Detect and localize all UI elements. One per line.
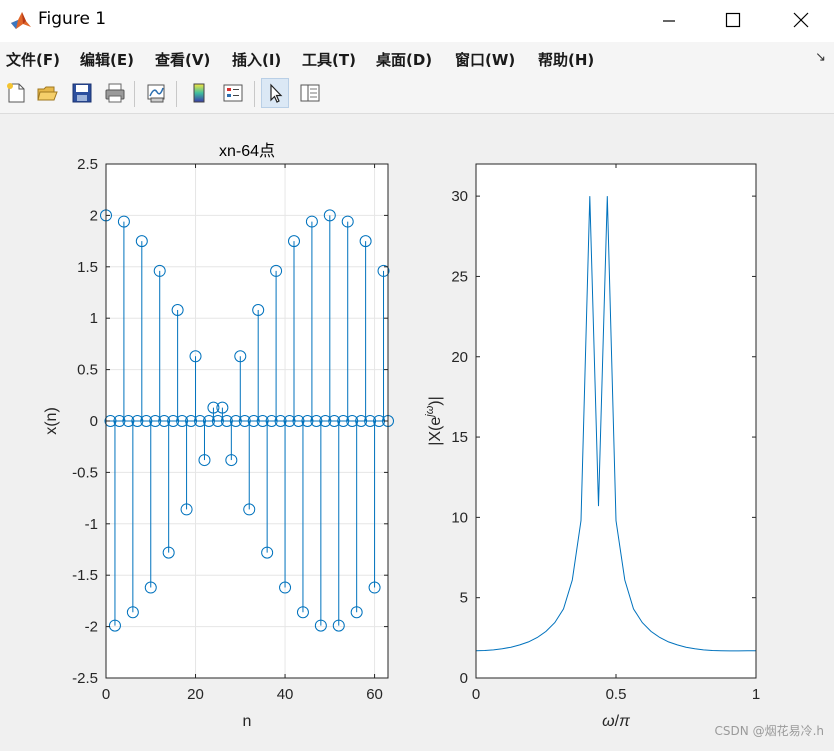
- menu-help[interactable]: 帮助(H): [538, 49, 594, 70]
- close-button[interactable]: [768, 0, 834, 40]
- legend-icon: [223, 84, 243, 102]
- y-axis-label: |X(ejω)|: [424, 396, 444, 446]
- x-axis-label: ω/π: [602, 713, 630, 730]
- colorbar-icon: [193, 83, 205, 103]
- omega-symbol: ω: [602, 713, 614, 730]
- menu-file[interactable]: 文件(F): [6, 49, 60, 70]
- y-tick-label: 20: [451, 349, 468, 366]
- new-file-button[interactable]: [2, 78, 30, 108]
- toolbar-separator: [134, 81, 135, 107]
- legend-button[interactable]: [219, 78, 247, 108]
- x-tick-label: 0: [102, 686, 110, 703]
- y-tick-label: 0: [460, 670, 468, 687]
- colorbar-button[interactable]: [185, 78, 213, 108]
- open-button[interactable]: [33, 78, 61, 108]
- y-tick-label: -0.5: [72, 464, 98, 481]
- save-icon: [72, 83, 92, 103]
- x-tick-label: 1: [752, 686, 760, 703]
- maximize-icon: [725, 12, 741, 28]
- watermark: CSDN @烟花易冷.h: [714, 724, 824, 738]
- y-tick-label: 1.5: [77, 259, 98, 276]
- magnitude-plot-axes[interactable]: 0 5 10 15 20 25 30 0 0.5 1 ω/π |X(ejω)|: [424, 163, 760, 730]
- window-title: Figure 1: [38, 9, 107, 29]
- x-tick-label: 60: [366, 686, 383, 703]
- x-tick-label: 0.5: [606, 686, 627, 703]
- maximize-button[interactable]: [700, 0, 766, 40]
- y-tick-label: -1: [85, 516, 98, 533]
- minimize-button[interactable]: [636, 0, 702, 40]
- x-tick-label: 0: [472, 686, 480, 703]
- x-tick-label: 20: [187, 686, 204, 703]
- pointer-icon: [270, 83, 283, 103]
- print-icon: [105, 83, 125, 103]
- pi-symbol: π: [619, 713, 630, 730]
- new-file-icon: [7, 83, 25, 103]
- y-axis-label: x(n): [43, 407, 60, 435]
- y-tick-label: 5: [460, 590, 468, 607]
- toolbar: [0, 75, 834, 114]
- link-plot-button[interactable]: [142, 78, 170, 108]
- y-tick-label: 1: [90, 310, 98, 327]
- y-tick-label: 25: [451, 268, 468, 285]
- y-tick-label: 0.5: [77, 362, 98, 379]
- y-tick-label: -2: [85, 619, 98, 636]
- minimize-icon: [663, 20, 675, 22]
- chart-title: xn-64点: [219, 142, 275, 160]
- property-editor-button[interactable]: [296, 78, 324, 108]
- stem-plot-axes[interactable]: -2.5 -2 -1.5 -1 -0.5 0 0.5 1 1.5 2 2.5 0 20 40 60 xn-6…: [43, 142, 394, 730]
- y-tick-label: 10: [451, 509, 468, 526]
- axes-background: [476, 164, 756, 678]
- y-tick-label: -2.5: [72, 670, 98, 687]
- menu-desktop[interactable]: 桌面(D): [376, 49, 432, 70]
- y-tick-label: 30: [451, 188, 468, 205]
- save-button[interactable]: [68, 78, 96, 108]
- x-axis-label: n: [243, 713, 252, 730]
- menu-window[interactable]: 窗口(W): [455, 49, 515, 70]
- matlab-logo-icon: [10, 9, 32, 31]
- y-tick-label: 2: [90, 207, 98, 224]
- menu-edit[interactable]: 编辑(E): [80, 49, 134, 70]
- pointer-button[interactable]: [261, 78, 289, 108]
- ylabel-close: )|: [427, 396, 444, 405]
- y-tick-label: 2.5: [77, 156, 98, 173]
- menu-tools[interactable]: 工具(T): [302, 49, 356, 70]
- plots-svg: -2.5 -2 -1.5 -1 -0.5 0 0.5 1 1.5 2 2.5 0 20 40 60 xn-6…: [43, 142, 760, 730]
- figure-canvas[interactable]: -2.5 -2 -1.5 -1 -0.5 0 0.5 1 1.5 2 2.5 0 20 40 60 xn-6…: [0, 114, 834, 747]
- toolbar-separator: [254, 81, 255, 107]
- menu-insert[interactable]: 插入(I): [232, 49, 281, 70]
- y-tick-label: -1.5: [72, 567, 98, 584]
- ylabel-base: |X(e: [427, 417, 444, 446]
- toolbar-dock-arrow-icon[interactable]: ↘: [815, 50, 826, 65]
- menu-bar: 文件(F) 编辑(E) 查看(V) 插入(I) 工具(T) 桌面(D) 窗口(W…: [0, 42, 834, 75]
- link-plot-icon: [147, 84, 165, 103]
- y-tick-label: 15: [451, 429, 468, 446]
- menu-view[interactable]: 查看(V): [155, 49, 210, 70]
- open-folder-icon: [37, 86, 58, 101]
- x-tick-label: 40: [277, 686, 294, 703]
- close-icon: [793, 12, 809, 28]
- print-button[interactable]: [101, 78, 129, 108]
- y-tick-label: 0: [90, 413, 98, 430]
- property-editor-icon: [300, 84, 320, 102]
- toolbar-separator: [176, 81, 177, 107]
- ylabel-superscript: jω: [424, 405, 436, 418]
- title-bar: Figure 1: [0, 0, 834, 42]
